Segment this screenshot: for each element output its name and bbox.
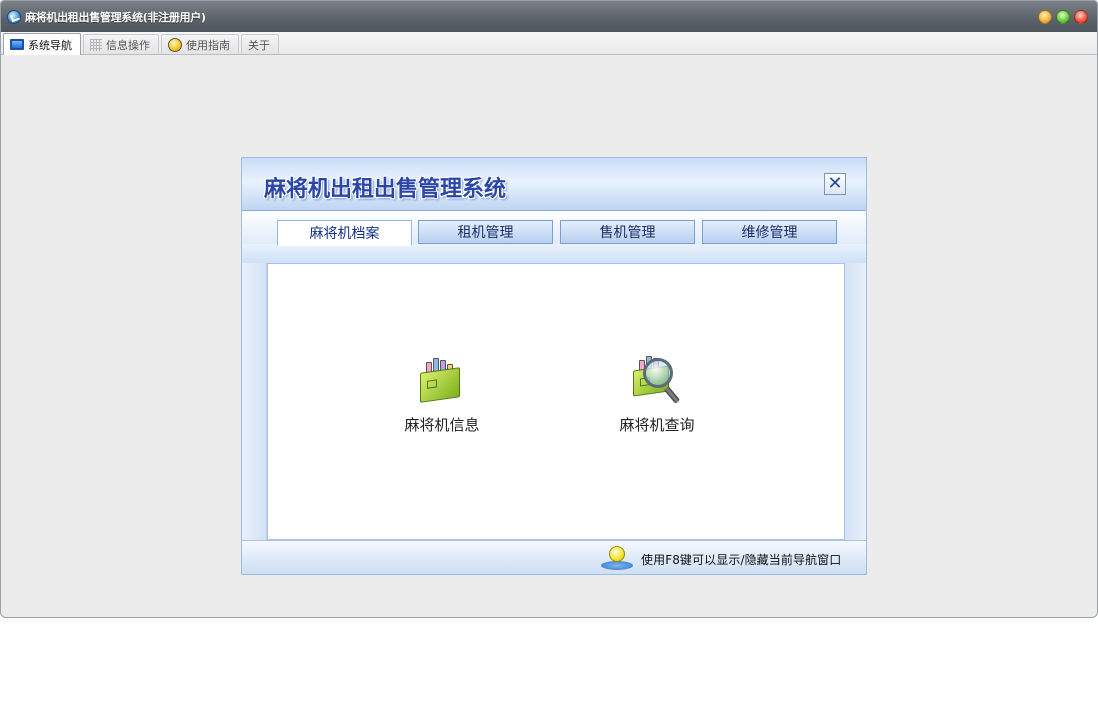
tab-user-guide[interactable]: 使用指南 — [161, 34, 239, 54]
tab-about[interactable]: 关于 — [241, 34, 279, 54]
window-title: 麻将机出租出售管理系统(非注册用户) — [25, 10, 206, 24]
grid-icon — [90, 38, 102, 51]
nav-item-mahjong-info[interactable]: 麻将机信息 — [372, 350, 512, 435]
main-tab-bar: 系统导航 信息操作 使用指南 关于 — [1, 32, 1097, 55]
footer-tip-text: 使用F8键可以显示/隐藏当前导航窗口 — [641, 553, 842, 567]
nav-item-label: 麻将机信息 — [404, 416, 480, 434]
close-window-button[interactable] — [1074, 9, 1088, 24]
tab-label: 信息操作 — [106, 38, 150, 52]
magnifier-search-icon — [629, 350, 685, 410]
dialog-header: 麻将机出租出售管理系统 ✕ — [242, 158, 866, 211]
dialog-footer: 使用F8键可以显示/隐藏当前导航窗口 — [242, 540, 866, 574]
archive-books-icon — [414, 350, 470, 410]
dialog-content: 麻将机信息 麻将机查询 — [267, 263, 845, 540]
navigation-dialog: 麻将机出租出售管理系统 ✕ 麻将机档案 租机管理 售机管理 维修管理 麻将机信息 — [241, 157, 867, 575]
app-logo-icon — [7, 9, 21, 24]
tab-repair-management[interactable]: 维修管理 — [702, 220, 837, 244]
tip-bulb-icon — [601, 546, 633, 570]
bulb-icon — [168, 37, 182, 52]
window-controls — [1038, 9, 1097, 24]
tab-system-navigation[interactable]: 系统导航 — [3, 33, 81, 55]
tab-mahjong-archive[interactable]: 麻将机档案 — [277, 220, 412, 246]
dialog-tab-strip — [242, 244, 866, 263]
dialog-tab-bar: 麻将机档案 租机管理 售机管理 维修管理 — [242, 211, 866, 263]
monitor-icon — [10, 39, 24, 50]
maximize-button[interactable] — [1056, 9, 1070, 24]
minimize-button[interactable] — [1038, 9, 1052, 24]
tab-label: 系统导航 — [28, 38, 72, 52]
right-bevel — [843, 263, 866, 540]
left-bevel — [242, 263, 267, 540]
tab-sales-management[interactable]: 售机管理 — [560, 220, 695, 244]
nav-item-label: 麻将机查询 — [619, 416, 695, 434]
dialog-close-button[interactable]: ✕ — [824, 173, 846, 195]
tab-label: 使用指南 — [186, 38, 230, 52]
tab-label: 关于 — [248, 38, 270, 52]
title-bar[interactable]: 麻将机出租出售管理系统(非注册用户) — [1, 1, 1097, 32]
nav-item-mahjong-query[interactable]: 麻将机查询 — [587, 350, 727, 435]
tab-rental-management[interactable]: 租机管理 — [418, 220, 553, 244]
dialog-title: 麻将机出租出售管理系统 — [264, 176, 507, 202]
tab-info-operation[interactable]: 信息操作 — [83, 34, 159, 54]
